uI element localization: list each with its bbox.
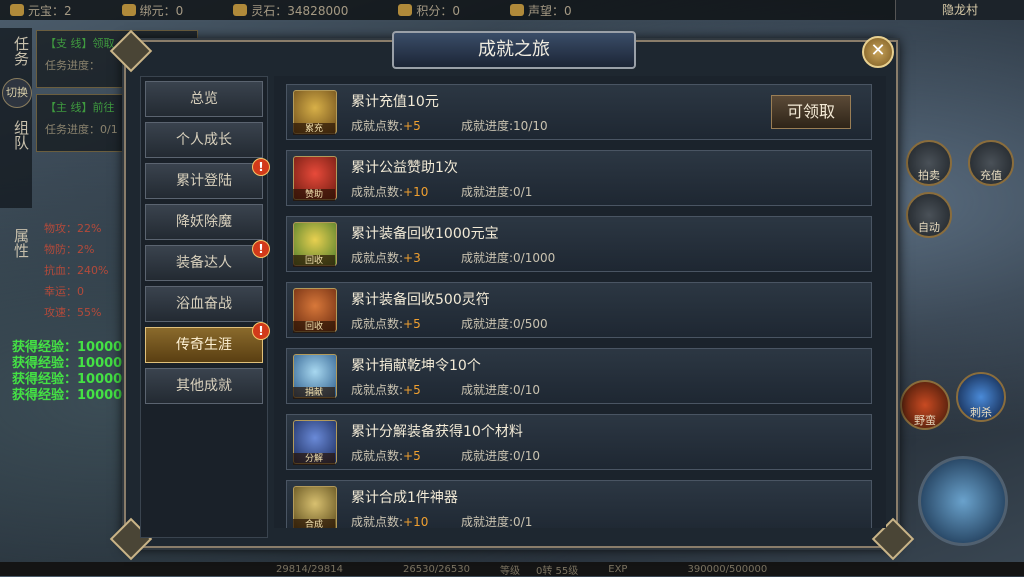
exp-line: 获得经验：10000 — [12, 356, 123, 371]
attribute-list: 物攻：22% 物防：2% 抗血：240% 幸运：0 攻速：55% — [44, 218, 108, 323]
achievement-row: 回收 累计装备回收1000元宝 成就点数:+3 成就进度:0/1000 — [286, 216, 872, 272]
nav-equipment[interactable]: 装备达人! — [145, 240, 270, 281]
achievement-title: 累计捐献乾坤令10个 — [351, 358, 481, 374]
achievement-title: 累计分解装备获得10个材料 — [351, 424, 523, 440]
exp-value: 390000/500000 — [687, 563, 768, 575]
tab-quests[interactable]: 任务 — [0, 28, 32, 74]
nav-login[interactable]: 累计登陆! — [145, 158, 270, 199]
attr-line: 幸运：0 — [44, 285, 84, 298]
achievement-progress: 成就进度:0/10 — [461, 383, 540, 397]
auto-button[interactable]: 自动 — [906, 192, 952, 238]
tab-attributes[interactable]: 属性 — [0, 220, 32, 266]
mp-value: 26530/26530 — [403, 563, 470, 575]
achievement-points: 成就点数:+10 — [351, 185, 429, 199]
dialog-title: 成就之旅 — [392, 31, 636, 69]
currency-points: 积分：0 — [388, 2, 460, 19]
bind-yuan-icon — [121, 4, 136, 16]
nav-other[interactable]: 其他成就 — [145, 368, 263, 404]
achievement-title: 累计装备回收1000元宝 — [351, 226, 499, 242]
lingshi-icon — [233, 4, 248, 16]
achievement-title: 累计合成1件神器 — [351, 490, 458, 506]
icon-caption: 累充 — [293, 123, 335, 135]
achievement-progress: 成就进度:0/10 — [461, 449, 540, 463]
skill-assassinate[interactable]: 刺杀 — [956, 372, 1006, 422]
close-button[interactable]: ✕ — [862, 36, 894, 68]
achievement-points: 成就点数:+3 — [351, 251, 421, 265]
icon-caption: 回收 — [293, 321, 335, 333]
left-side-tabs: 任务 切换 组队 — [0, 28, 32, 208]
achievement-progress: 成就进度:10/10 — [461, 119, 548, 133]
recharge-button[interactable]: 充值 — [968, 140, 1014, 186]
yuanbao-icon — [10, 4, 24, 16]
currency-bind-yuan: 绑元：0 — [112, 2, 183, 19]
nav-demon-slaying[interactable]: 降妖除魔 — [145, 204, 263, 240]
switch-button[interactable]: 切换 — [2, 78, 32, 108]
currency-yuanbao: 元宝：2 — [0, 2, 72, 19]
attr-line: 攻速：55% — [44, 306, 102, 319]
currency-lingshi: 灵石：34828000 — [223, 2, 348, 19]
level-value: 0转 55级 — [536, 565, 579, 577]
hp-value: 29814/29814 — [276, 563, 343, 575]
achievement-title: 累计充值10元 — [351, 94, 439, 110]
exp-line: 获得经验：10000 — [12, 388, 123, 403]
top-currency-bar: 元宝：2 绑元：0 灵石：34828000 积分：0 声望：0 — [0, 0, 1024, 20]
alert-badge-icon: ! — [252, 322, 270, 340]
achievement-list[interactable]: 累充 累计充值10元 成就点数:+5 成就进度:10/10 可领取 赞助 累计公… — [274, 76, 886, 528]
achievement-progress: 成就进度:0/1 — [461, 515, 533, 528]
achievement-progress: 成就进度:0/1000 — [461, 251, 556, 265]
nav-overview[interactable]: 总览 — [145, 81, 263, 117]
icon-caption: 合成 — [293, 519, 335, 528]
exp-gain-log: 获得经验：10000 获得经验：10000 获得经验：10000 获得经验：10… — [12, 340, 122, 404]
tab-team[interactable]: 组队 — [0, 112, 32, 158]
achievement-title: 累计装备回收500灵符 — [351, 292, 490, 308]
achievement-points: 成就点数:+5 — [351, 449, 421, 463]
achievement-row: 赞助 累计公益赞助1次 成就点数:+10 成就进度:0/1 — [286, 150, 872, 206]
claim-button[interactable]: 可领取 — [771, 95, 851, 129]
attack-button[interactable] — [918, 456, 1008, 546]
icon-caption: 回收 — [293, 255, 335, 267]
icon-caption: 捐献 — [293, 387, 335, 399]
bottom-status-bar: 29814/29814 26530/26530 等级 0转 55级 EXP 39… — [0, 562, 1024, 577]
exp-line: 获得经验：10000 — [12, 372, 123, 387]
icon-caption: 赞助 — [293, 189, 335, 201]
attr-line: 抗血：240% — [44, 264, 109, 277]
achievement-progress: 成就进度:0/1 — [461, 185, 533, 199]
icon-caption: 分解 — [293, 453, 335, 465]
nav-bloody-battle[interactable]: 浴血奋战 — [145, 286, 263, 322]
alert-badge-icon: ! — [252, 158, 270, 176]
fame-icon — [510, 4, 525, 16]
points-icon — [398, 4, 413, 16]
nav-personal-growth[interactable]: 个人成长 — [145, 122, 263, 158]
attr-line: 物攻：22% — [44, 222, 102, 235]
map-name: 隐龙村 — [895, 0, 1024, 20]
achievement-progress: 成就进度:0/500 — [461, 317, 548, 331]
achievement-points: 成就点数:+5 — [351, 383, 421, 397]
achievement-title: 累计公益赞助1次 — [351, 160, 458, 176]
achievement-points: 成就点数:+10 — [351, 515, 429, 528]
achievement-row: 分解 累计分解装备获得10个材料 成就点数:+5 成就进度:0/10 — [286, 414, 872, 470]
auction-button[interactable]: 拍卖 — [906, 140, 952, 186]
attr-line: 物防：2% — [44, 243, 95, 256]
achievement-points: 成就点数:+5 — [351, 119, 421, 133]
achievement-points: 成就点数:+5 — [351, 317, 421, 331]
achievement-row: 回收 累计装备回收500灵符 成就点数:+5 成就进度:0/500 — [286, 282, 872, 338]
exp-line: 获得经验：10000 — [12, 340, 123, 355]
achievement-row: 捐献 累计捐献乾坤令10个 成就点数:+5 成就进度:0/10 — [286, 348, 872, 404]
skill-barbarian[interactable]: 野蛮 — [900, 380, 950, 430]
achievement-row: 合成 累计合成1件神器 成就点数:+10 成就进度:0/1 — [286, 480, 872, 528]
category-nav: 总览 个人成长 累计登陆! 降妖除魔 装备达人! 浴血奋战 传奇生涯! 其他成就 — [140, 76, 270, 538]
achievement-row: 累充 累计充值10元 成就点数:+5 成就进度:10/10 可领取 — [286, 84, 872, 140]
exp-label: EXP — [608, 563, 628, 575]
alert-badge-icon: ! — [252, 240, 270, 258]
nav-legend-career[interactable]: 传奇生涯! — [145, 322, 270, 363]
currency-fame: 声望：0 — [500, 2, 572, 19]
level-label: 等级 — [500, 565, 520, 577]
